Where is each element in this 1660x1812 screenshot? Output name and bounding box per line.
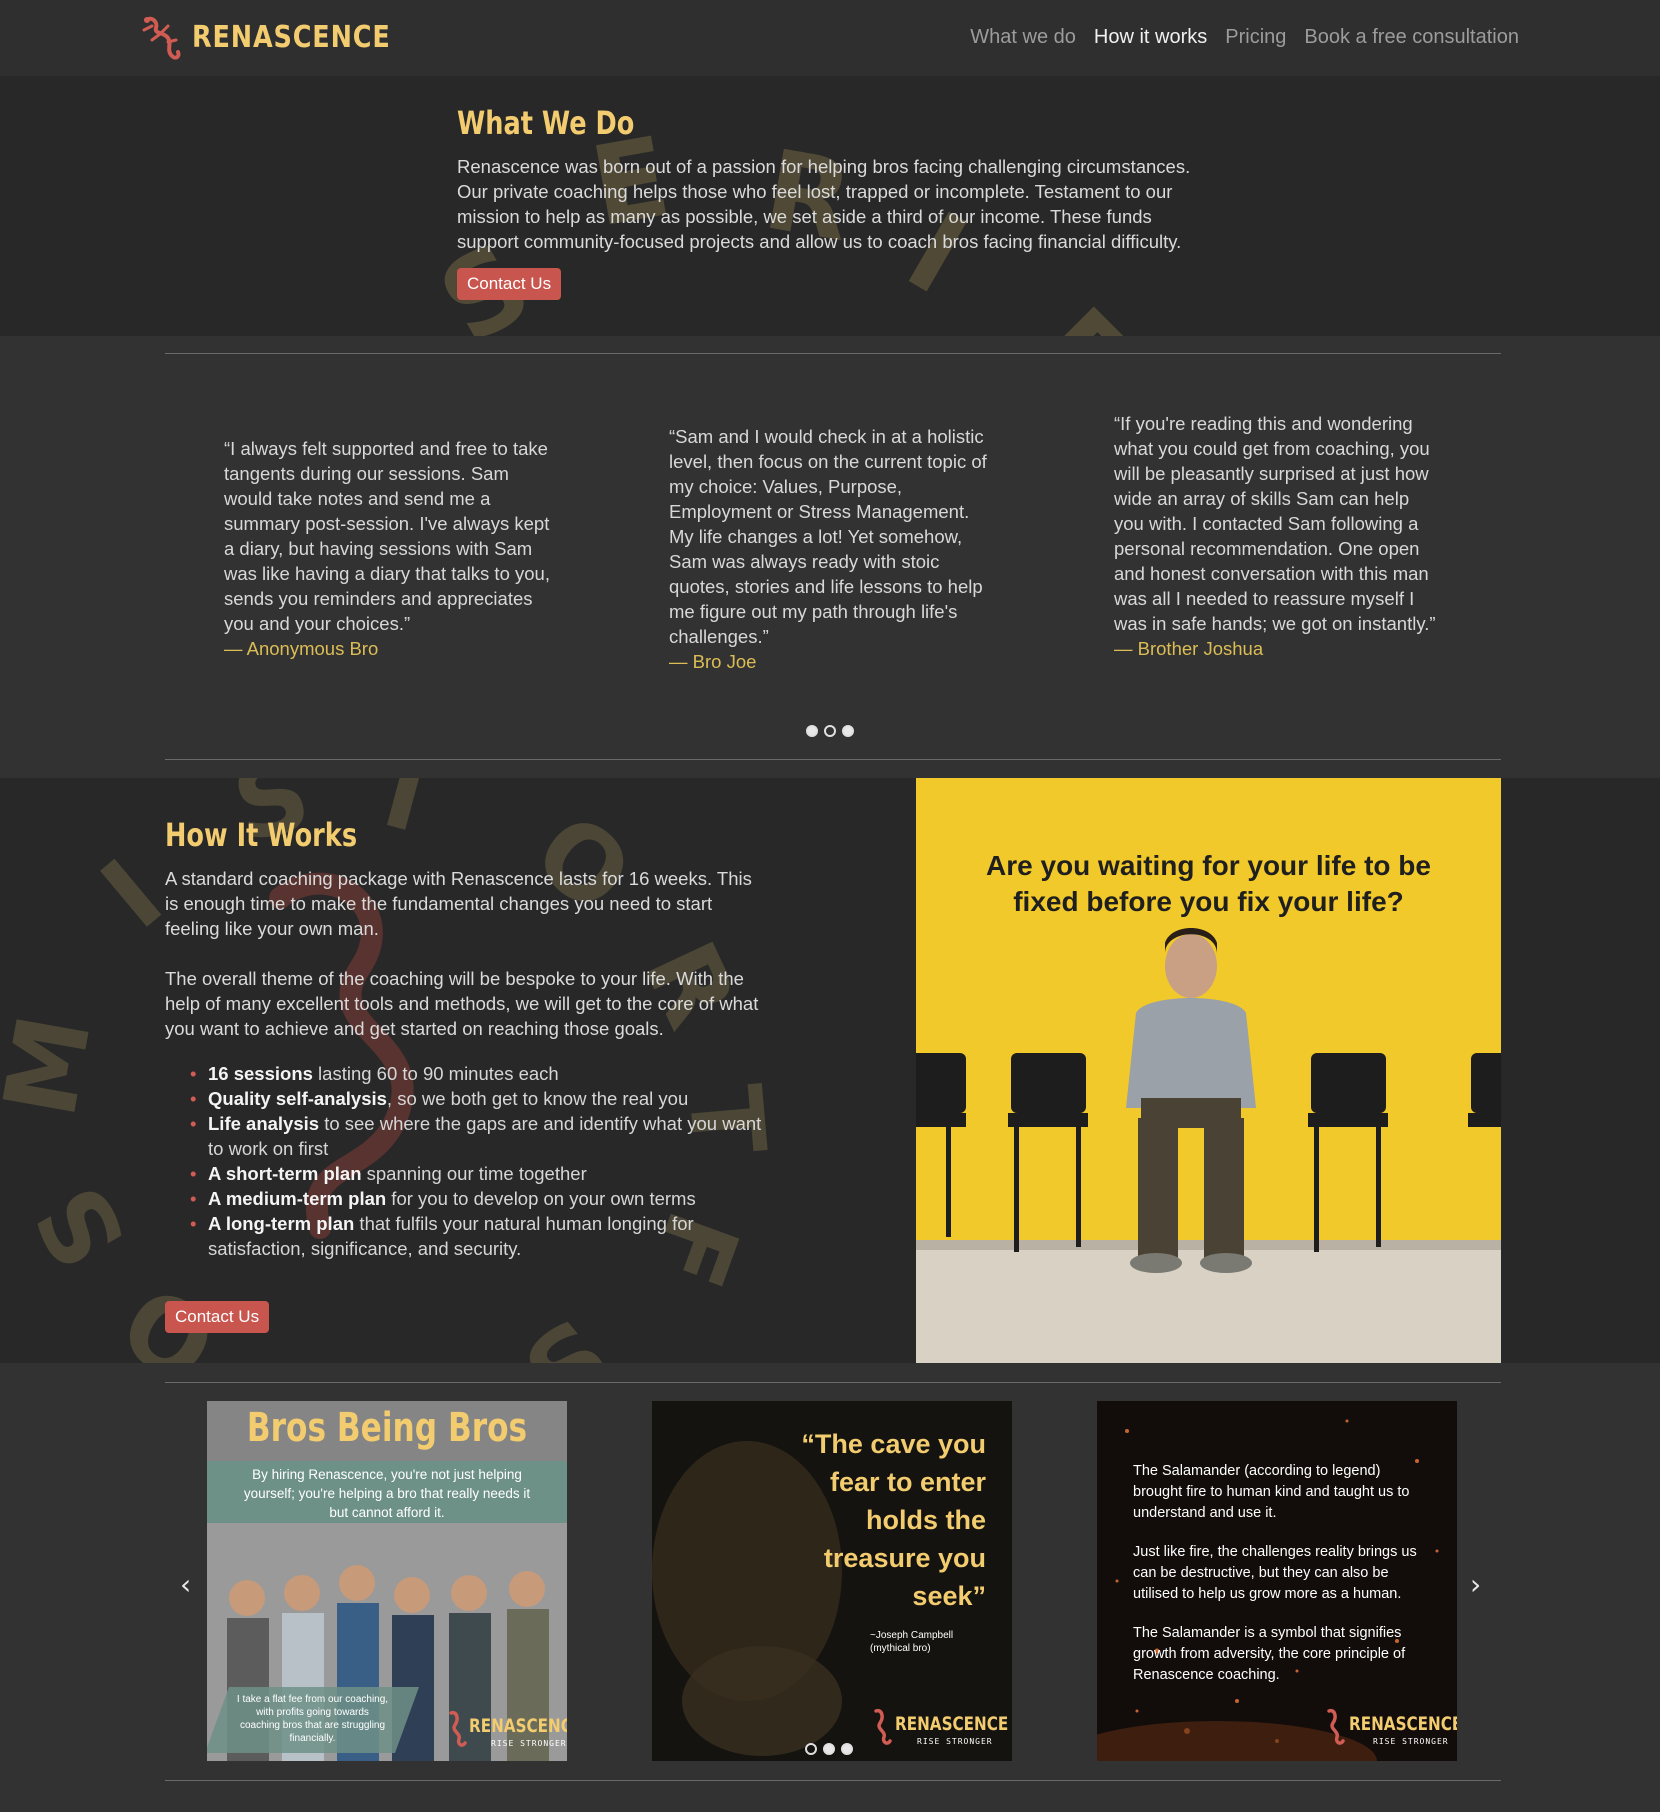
carousel-card-quote[interactable]: “The cave you fear to enter holds the tr… — [652, 1401, 1012, 1761]
what-we-do-title: What We Do — [457, 104, 635, 142]
nav-pricing[interactable]: Pricing — [1225, 26, 1286, 49]
contact-us-button[interactable]: Contact Us — [165, 1301, 270, 1333]
carousel-dots — [805, 1743, 853, 1755]
carousel-dot[interactable] — [841, 1743, 853, 1755]
testimonial-author: — Anonymous Bro — [224, 638, 379, 659]
testimonial-quote: “Sam and I would check in at a holistic … — [669, 426, 987, 647]
card-quote: “The cave you fear to enter holds the tr… — [801, 1429, 986, 1611]
divider — [165, 1382, 1501, 1383]
testimonial-author: — Bro Joe — [669, 651, 757, 672]
how-it-works-content: How It Works A standard coaching package… — [165, 816, 765, 1333]
testimonial-card: “If you're reading this and wondering wh… — [1114, 411, 1444, 661]
list-item: A medium-term plan for you to develop on… — [190, 1186, 765, 1211]
divider — [165, 759, 1501, 760]
how-it-works-para1: A standard coaching package with Renasce… — [165, 868, 752, 939]
salamander-icon — [449, 1710, 467, 1747]
card-tagline: RISE STRONGER — [1373, 1737, 1449, 1746]
card-attribution: ~Joseph Campbell (mythical bro) — [870, 1630, 954, 1654]
nav-links: What we do How it works Pricing Book a f… — [970, 26, 1519, 49]
how-it-works-para2: The overall theme of the coaching will b… — [165, 968, 759, 1039]
card-tagline: RISE STRONGER — [917, 1737, 993, 1746]
testimonial-author: — Brother Joshua — [1114, 638, 1264, 659]
brand-logo[interactable]: RENASCENCE — [138, 12, 426, 62]
carousel-prev-icon[interactable]: ‹ — [180, 1568, 191, 1601]
carousel-next-icon[interactable]: › — [1470, 1568, 1481, 1601]
list-item: Life analysis to see where the gaps are … — [190, 1111, 765, 1161]
divider — [165, 1780, 1501, 1781]
carousel-dot-active[interactable] — [824, 725, 836, 737]
how-it-works-section: M I S I O R T F S S O How It Works A sta… — [0, 778, 1660, 1363]
nav-book-consultation[interactable]: Book a free consultation — [1304, 26, 1519, 49]
list-item: Quality self-analysis, so we both get to… — [190, 1086, 765, 1111]
card-note: I take a flat fee from our coaching, wit… — [236, 1694, 389, 1744]
carousel-dot[interactable] — [842, 725, 854, 737]
carousel-dot[interactable] — [805, 1743, 817, 1755]
salamander-icon — [874, 1708, 892, 1745]
salamander-icon — [142, 16, 181, 60]
waiting-man-image: Are you waiting for your life to be fixe… — [916, 778, 1501, 1363]
what-we-do-body: Renascence was born out of a passion for… — [457, 156, 1191, 252]
nav-what-we-do[interactable]: What we do — [970, 26, 1076, 49]
testimonial-quote: “If you're reading this and wondering wh… — [1114, 413, 1436, 634]
waiting-room-illustration — [916, 928, 1501, 1363]
carousel-card-salamander[interactable]: The Salamander (according to legend) bro… — [1097, 1401, 1457, 1761]
carousel-dot[interactable] — [806, 725, 818, 737]
coaching-features-list: 16 sessions lasting 60 to 90 minutes eac… — [190, 1061, 765, 1261]
testimonial-quote: “I always felt supported and free to tak… — [224, 438, 550, 634]
card-text: The Salamander (according to legend) bro… — [1133, 1463, 1417, 1683]
card-title: Bros Being Bros — [246, 1405, 528, 1451]
svg-text:S: S — [12, 1166, 149, 1287]
testimonial-dots — [806, 725, 854, 737]
card-brand: RENASCENCE — [895, 1713, 1009, 1735]
contact-us-button[interactable]: Contact Us — [457, 268, 562, 300]
testimonial-card: “Sam and I would check in at a holistic … — [669, 424, 999, 674]
card-text: By hiring Renascence, you're not just he… — [243, 1467, 531, 1520]
svg-text:M: M — [0, 1007, 114, 1125]
nav-how-it-works[interactable]: How it works — [1094, 26, 1207, 49]
salamander-icon — [1327, 1708, 1345, 1745]
testimonial-card: “I always felt supported and free to tak… — [224, 436, 554, 661]
card-brand: RENASCENCE — [469, 1715, 567, 1737]
list-item: 16 sessions lasting 60 to 90 minutes eac… — [190, 1061, 765, 1086]
carousel-dot-active[interactable] — [823, 1743, 835, 1755]
what-we-do-content: What We Do Renascence was born out of a … — [457, 104, 1217, 300]
list-item: A long-term plan that fulfils your natur… — [190, 1211, 765, 1261]
card-brand: RENASCENCE — [1349, 1713, 1457, 1735]
brand-name: RENASCENCE — [192, 19, 391, 55]
what-we-do-section: S E R I E What We Do Renascence was born… — [0, 76, 1660, 336]
list-item: A short-term plan spanning our time toge… — [190, 1161, 765, 1186]
how-it-works-title: How It Works — [165, 816, 358, 854]
divider — [165, 353, 1501, 354]
carousel-card-bros[interactable]: Bros Being Bros By hiring Renascence, yo… — [207, 1401, 567, 1761]
top-nav: RENASCENCE What we do How it works Prici… — [0, 0, 1660, 76]
card-tagline: RISE STRONGER — [491, 1739, 567, 1748]
